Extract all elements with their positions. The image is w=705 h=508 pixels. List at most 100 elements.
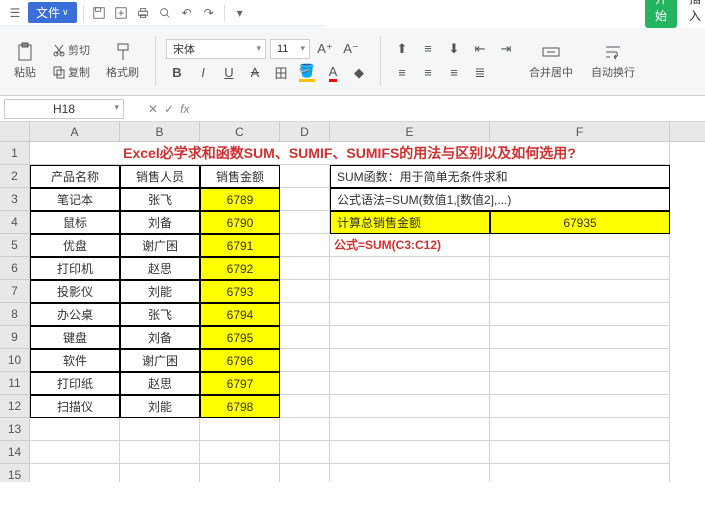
confirm-icon[interactable]: ✓	[164, 102, 174, 116]
row-header[interactable]: 7	[0, 280, 30, 303]
redo-icon[interactable]: ↷	[200, 4, 218, 22]
cut-button[interactable]: 剪切	[48, 40, 94, 60]
fill-color-button[interactable]: 🪣	[296, 62, 318, 84]
cell[interactable]: 笔记本	[30, 188, 120, 211]
cell[interactable]	[280, 280, 330, 303]
dropdown-icon[interactable]: ▾	[231, 4, 249, 22]
decrease-font-icon[interactable]: A⁻	[340, 38, 362, 60]
cell[interactable]	[280, 372, 330, 395]
indent-right-icon[interactable]: ⇥	[495, 38, 517, 60]
cell[interactable]: 投影仪	[30, 280, 120, 303]
menu-icon[interactable]: ☰	[6, 4, 24, 22]
cell[interactable]: 刘备	[120, 211, 200, 234]
cell[interactable]	[330, 280, 490, 303]
cell[interactable]	[330, 395, 490, 418]
preview-icon[interactable]	[156, 4, 174, 22]
cell[interactable]: 张飞	[120, 303, 200, 326]
cell[interactable]: 打印机	[30, 257, 120, 280]
cell[interactable]: 打印纸	[30, 372, 120, 395]
cell[interactable]	[330, 372, 490, 395]
row-header[interactable]: 10	[0, 349, 30, 372]
row-header[interactable]: 5	[0, 234, 30, 257]
title-cell[interactable]: Excel必学求和函数SUM、SUMIF、SUMIFS的用法与区别以及如何选用?	[30, 142, 670, 165]
copy-button[interactable]: 复制	[48, 62, 94, 82]
tab-start[interactable]: 开始	[645, 0, 677, 28]
save-as-icon[interactable]	[112, 4, 130, 22]
cell[interactable]: 6789	[200, 188, 280, 211]
col-header[interactable]: E	[330, 122, 490, 141]
cell[interactable]: 6794	[200, 303, 280, 326]
cell[interactable]: 办公桌	[30, 303, 120, 326]
cell[interactable]: 软件	[30, 349, 120, 372]
col-header[interactable]: A	[30, 122, 120, 141]
cell[interactable]: 6798	[200, 395, 280, 418]
cell[interactable]	[280, 234, 330, 257]
paste-button[interactable]: 粘贴	[8, 40, 42, 82]
cell[interactable]: 鼠标	[30, 211, 120, 234]
cell[interactable]: 6791	[200, 234, 280, 257]
format-painter-button[interactable]: 格式刷	[100, 40, 145, 82]
cell[interactable]: 扫描仪	[30, 395, 120, 418]
distribute-icon[interactable]: ≣	[469, 62, 491, 84]
cell[interactable]: 6790	[200, 211, 280, 234]
cell[interactable]: 产品名称	[30, 165, 120, 188]
merge-center-button[interactable]: 合并居中	[523, 40, 579, 82]
cell[interactable]	[330, 326, 490, 349]
cell[interactable]	[490, 326, 670, 349]
row-header[interactable]: 2	[0, 165, 30, 188]
cell[interactable]	[280, 395, 330, 418]
cell[interactable]: 6797	[200, 372, 280, 395]
cell[interactable]: 计算总销售金额	[330, 211, 490, 234]
cell[interactable]	[490, 349, 670, 372]
select-all-corner[interactable]	[0, 122, 30, 141]
cell[interactable]	[490, 372, 670, 395]
align-center-icon[interactable]: ≡	[417, 62, 439, 84]
cell[interactable]: 67935	[490, 211, 670, 234]
row-header[interactable]: 11	[0, 372, 30, 395]
cell[interactable]	[490, 303, 670, 326]
cell[interactable]	[330, 303, 490, 326]
spreadsheet-grid[interactable]: A B C D E F 1 Excel必学求和函数SUM、SUMIF、SUMIF…	[0, 122, 705, 482]
align-bottom-icon[interactable]: ⬇	[443, 38, 465, 60]
row-header[interactable]: 3	[0, 188, 30, 211]
row-header[interactable]: 15	[0, 464, 30, 482]
cell[interactable]	[280, 257, 330, 280]
cell[interactable]	[490, 395, 670, 418]
cell[interactable]: 谢广困	[120, 349, 200, 372]
cell[interactable]: 销售人员	[120, 165, 200, 188]
cell[interactable]: 赵思	[120, 372, 200, 395]
cell[interactable]: 刘能	[120, 395, 200, 418]
bold-button[interactable]: B	[166, 62, 188, 84]
cell[interactable]: 张飞	[120, 188, 200, 211]
name-box[interactable]: H18	[4, 99, 124, 119]
tab-insert[interactable]: 插入	[679, 0, 705, 28]
cell[interactable]: 优盘	[30, 234, 120, 257]
cell[interactable]	[280, 165, 330, 188]
align-top-icon[interactable]: ⬆	[391, 38, 413, 60]
row-header[interactable]: 4	[0, 211, 30, 234]
cell[interactable]	[280, 326, 330, 349]
cell[interactable]	[280, 349, 330, 372]
fx-icon[interactable]: fx	[180, 102, 189, 116]
cell[interactable]: 销售金额	[200, 165, 280, 188]
col-header[interactable]: B	[120, 122, 200, 141]
row-header[interactable]: 9	[0, 326, 30, 349]
row-header[interactable]: 14	[0, 441, 30, 464]
align-middle-icon[interactable]: ≡	[417, 38, 439, 60]
wrap-text-button[interactable]: 自动换行	[585, 40, 641, 82]
cell[interactable]: 6795	[200, 326, 280, 349]
font-color-button[interactable]: A	[322, 62, 344, 84]
col-header[interactable]: C	[200, 122, 280, 141]
cell[interactable]	[330, 257, 490, 280]
cell[interactable]	[280, 211, 330, 234]
indent-left-icon[interactable]: ⇤	[469, 38, 491, 60]
cell[interactable]	[490, 280, 670, 303]
cell[interactable]: 赵思	[120, 257, 200, 280]
cell[interactable]	[330, 349, 490, 372]
increase-font-icon[interactable]: A⁺	[314, 38, 336, 60]
cell[interactable]: 公式=SUM(C3:C12)	[330, 234, 490, 257]
cell[interactable]: 键盘	[30, 326, 120, 349]
col-header[interactable]: D	[280, 122, 330, 141]
col-header[interactable]: F	[490, 122, 670, 141]
cell[interactable]: 刘能	[120, 280, 200, 303]
